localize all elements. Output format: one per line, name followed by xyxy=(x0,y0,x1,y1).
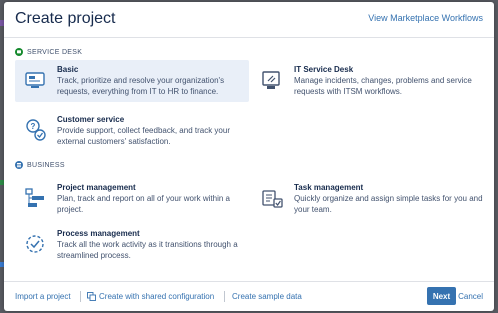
process-management-icon xyxy=(21,230,49,258)
section-label: BUSINESS xyxy=(27,161,65,169)
customer-service-icon: ? xyxy=(21,116,49,144)
business-section-icon xyxy=(15,161,23,169)
project-type-task-management[interactable]: Task management Quickly organize and ass… xyxy=(252,178,486,220)
option-description: Track all the work activity as it transi… xyxy=(57,240,238,260)
svg-text:?: ? xyxy=(31,122,36,131)
project-type-basic[interactable]: Basic Track, prioritize and resolve your… xyxy=(15,60,249,102)
task-management-icon xyxy=(258,184,286,212)
dialog-title: Create project xyxy=(15,10,116,27)
cancel-link[interactable]: Cancel xyxy=(458,292,483,301)
option-description: Manage incidents, changes, problems and … xyxy=(294,76,472,96)
footer-divider xyxy=(80,291,81,302)
option-title: Task management xyxy=(294,183,364,192)
option-description: Plan, track and report on all of your wo… xyxy=(57,194,230,214)
option-title: Process management xyxy=(57,229,140,238)
create-with-shared-configuration-link[interactable]: Create with shared configuration xyxy=(87,292,214,301)
import-project-link[interactable]: Import a project xyxy=(15,292,71,301)
section-label: SERVICE DESK xyxy=(27,48,83,56)
service-desk-basic-icon xyxy=(21,66,49,94)
view-marketplace-workflows-link[interactable]: View Marketplace Workflows xyxy=(368,13,483,23)
it-service-desk-icon xyxy=(258,66,286,94)
option-title: Basic xyxy=(57,65,79,74)
project-type-project-management[interactable]: Project management Plan, track and repor… xyxy=(15,178,249,220)
shared-configuration-label: Create with shared configuration xyxy=(99,292,215,301)
shared-configuration-icon xyxy=(87,292,96,301)
option-title: Project management xyxy=(57,183,136,192)
section-heading-business: BUSINESS xyxy=(15,160,65,170)
option-title: IT Service Desk xyxy=(294,65,354,74)
option-title: Customer service xyxy=(57,115,125,124)
project-type-it-service-desk[interactable]: IT Service Desk Manage incidents, change… xyxy=(252,60,486,102)
option-description: Provide support, collect feedback, and t… xyxy=(57,126,230,146)
footer-divider xyxy=(224,291,225,302)
project-type-process-management[interactable]: Process management Track all the work ac… xyxy=(15,224,249,266)
dialog-footer: Import a project Create with shared conf… xyxy=(4,281,494,311)
dialog-header: Create project View Marketplace Workflow… xyxy=(4,2,494,38)
next-button[interactable]: Next xyxy=(427,287,456,305)
service-desk-section-icon xyxy=(15,48,23,56)
option-description: Track, prioritize and resolve your organ… xyxy=(57,76,225,96)
option-description: Quickly organize and assign simple tasks… xyxy=(294,194,483,214)
section-heading-service-desk: SERVICE DESK xyxy=(15,47,82,57)
create-project-dialog: Create project View Marketplace Workflow… xyxy=(4,2,494,311)
project-management-icon xyxy=(21,184,49,212)
project-type-customer-service[interactable]: ? Customer service Provide support, coll… xyxy=(15,110,249,152)
create-sample-data-link[interactable]: Create sample data xyxy=(232,292,302,301)
